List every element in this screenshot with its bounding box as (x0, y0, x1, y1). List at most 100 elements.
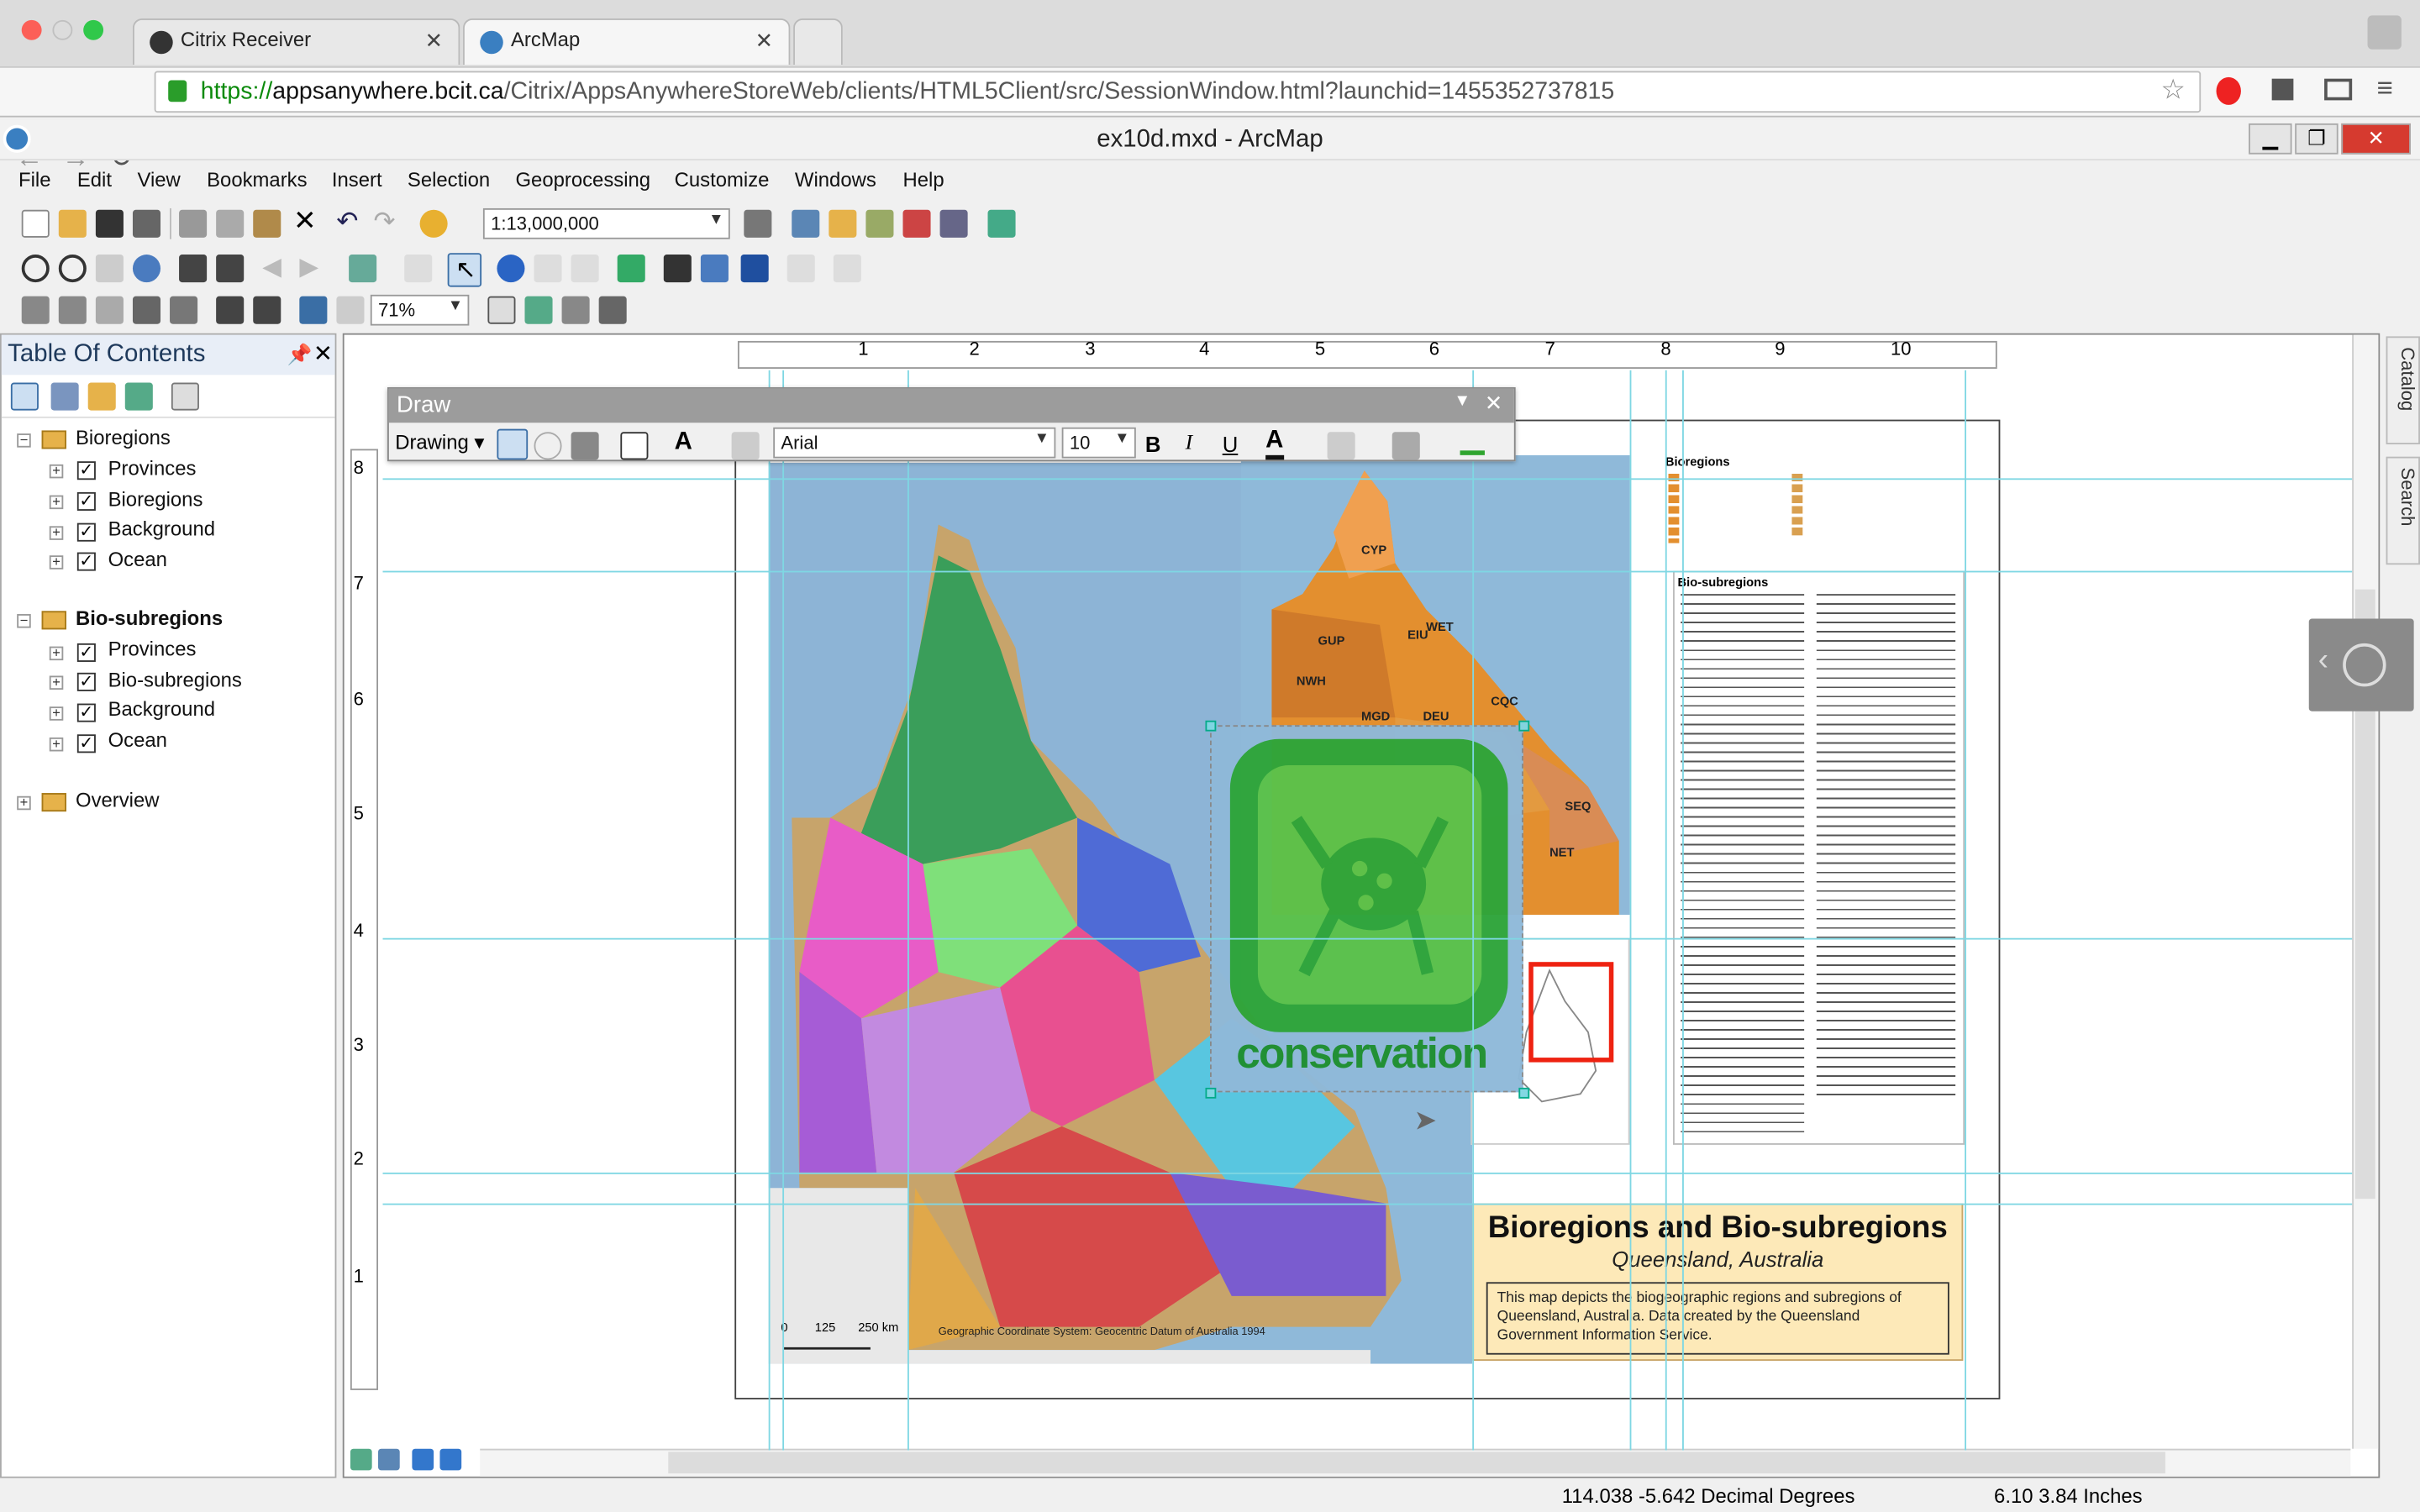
change-layout-icon[interactable] (561, 296, 590, 324)
search-window-icon[interactable] (865, 209, 894, 238)
menu-insert[interactable]: Insert (332, 168, 382, 192)
options-icon[interactable] (171, 382, 199, 411)
select-elements-icon[interactable] (497, 428, 529, 460)
data-view-icon[interactable] (350, 1448, 372, 1471)
identify-icon[interactable] (497, 255, 525, 283)
fixed-zoom-in-icon[interactable] (179, 255, 208, 283)
toc-layer-background[interactable]: Background (108, 697, 215, 721)
expand-icon[interactable]: + (17, 795, 31, 811)
selection-handle[interactable] (1205, 720, 1217, 732)
bio-subregions-legend[interactable]: Bio-subregions (1673, 570, 1965, 1145)
table-of-contents-icon[interactable] (792, 209, 820, 238)
measure-icon[interactable] (617, 255, 645, 283)
extension-icon[interactable] (2271, 78, 2294, 101)
bold-button[interactable]: B (1145, 432, 1161, 456)
toc-layer-provinces[interactable]: Provinces (108, 638, 197, 661)
edit-vertices-icon[interactable] (731, 432, 760, 460)
pan-page-icon[interactable] (95, 296, 124, 324)
expand-icon[interactable]: + (49, 706, 64, 721)
close-icon[interactable]: ✕ (313, 339, 333, 367)
menu-windows[interactable]: Windows (795, 168, 876, 192)
catalog-icon[interactable] (829, 209, 857, 238)
horizontal-scroll-thumb[interactable] (668, 1452, 2165, 1474)
toc-layer-ocean[interactable]: Ocean (108, 548, 167, 571)
toggle-draft-mode-icon[interactable] (487, 296, 516, 324)
toc-layer-provinces[interactable]: Provinces (108, 457, 197, 480)
expand-icon[interactable]: + (49, 554, 64, 570)
chevron-down-icon[interactable]: ▼ (1454, 392, 1470, 411)
find-icon[interactable] (663, 255, 692, 283)
profile-icon[interactable] (2367, 15, 2402, 50)
map-title-box[interactable]: Bioregions and Bio-subregions Queensland… (1472, 1203, 1964, 1361)
line-color-icon[interactable] (1392, 432, 1420, 460)
list-by-drawing-order-icon[interactable] (10, 382, 39, 411)
html-popup-icon[interactable] (571, 255, 599, 283)
toc-group-bio-subregions[interactable]: Bio-subregions (76, 606, 223, 630)
underline-button[interactable]: U (1223, 432, 1239, 456)
selection-handle[interactable] (1205, 1087, 1217, 1099)
url-input[interactable]: https://appsanywhere.bcit.ca/Citrix/Apps… (154, 71, 2202, 113)
viewer-icon[interactable] (833, 255, 861, 283)
menu-help[interactable]: Help (902, 168, 944, 192)
editor-toolbar-icon[interactable] (744, 209, 772, 238)
toc-group-overview[interactable]: Overview (76, 789, 160, 812)
layer-visibility-checkbox[interactable]: ✓ (76, 643, 96, 662)
copy-icon[interactable] (216, 209, 245, 238)
selection-handle[interactable] (1518, 720, 1530, 732)
list-by-selection-icon[interactable] (124, 382, 153, 411)
search-side-tab[interactable]: Search (2386, 456, 2420, 565)
menu-selection[interactable]: Selection (408, 168, 490, 192)
new-text-icon[interactable]: A (675, 429, 692, 457)
maximize-window-button[interactable] (83, 19, 104, 40)
bookmark-star-icon[interactable]: ☆ (2160, 74, 2186, 107)
zoom-out-icon[interactable] (58, 255, 87, 283)
close-icon[interactable]: ✕ (1485, 391, 1503, 417)
find-route-icon[interactable] (700, 255, 729, 283)
restore-button[interactable]: ❐ (2295, 123, 2338, 155)
layer-visibility-checkbox[interactable]: ✓ (76, 703, 96, 722)
close-window-button[interactable] (21, 19, 42, 40)
redo-icon[interactable]: ↷ (373, 207, 395, 238)
font-dropdown[interactable]: Arial ▼ (773, 427, 1056, 459)
extension-icon[interactable] (2216, 76, 2241, 105)
scale-dropdown[interactable]: 1:13,000,000 ▼ (482, 207, 730, 239)
arctoolbox-icon[interactable] (902, 209, 931, 238)
expand-icon[interactable]: + (49, 495, 64, 510)
previous-extent-icon[interactable] (299, 296, 328, 324)
fixed-zoom-in-page-icon[interactable] (216, 296, 245, 324)
time-slider-icon[interactable] (786, 255, 815, 283)
cut-icon[interactable] (179, 209, 208, 238)
close-button[interactable]: ✕ (2341, 123, 2411, 155)
open-icon[interactable] (58, 209, 87, 238)
drawing-menu[interactable]: Drawing ▾ (395, 430, 484, 454)
delete-icon[interactable]: ✕ (293, 205, 317, 238)
layer-visibility-checkbox[interactable]: ✓ (76, 552, 96, 571)
collapse-icon[interactable]: − (17, 613, 31, 628)
new-tab-button[interactable] (793, 18, 843, 66)
layer-visibility-checkbox[interactable]: ✓ (76, 522, 96, 542)
italic-button[interactable]: I (1186, 432, 1193, 456)
close-tab-icon[interactable]: ✕ (425, 28, 444, 54)
menu-edit[interactable]: Edit (77, 168, 112, 192)
zoom-in-icon[interactable] (21, 255, 50, 283)
cast-icon[interactable] (2324, 78, 2353, 101)
pause-drawing-icon[interactable] (439, 1448, 462, 1471)
print-icon[interactable] (132, 209, 161, 238)
paste-icon[interactable] (253, 209, 281, 238)
fill-color-icon[interactable] (1327, 432, 1355, 460)
expand-icon[interactable]: + (49, 737, 64, 752)
undo-icon[interactable]: ↶ (336, 207, 358, 238)
expand-icon[interactable]: + (49, 646, 64, 661)
layer-visibility-checkbox[interactable]: ✓ (76, 461, 96, 480)
marker-color-icon[interactable] (1460, 430, 1485, 455)
toc-layer-background[interactable]: Background (108, 517, 215, 540)
save-icon[interactable] (95, 209, 124, 238)
layer-visibility-checkbox[interactable]: ✓ (76, 734, 96, 753)
model-builder-icon[interactable] (987, 209, 1016, 238)
toc-layer-bio-subregions[interactable]: Bio-subregions (108, 668, 242, 691)
toc-layer-ocean[interactable]: Ocean (108, 728, 167, 752)
next-extent-icon[interactable] (336, 296, 365, 324)
collapse-icon[interactable]: − (17, 433, 31, 448)
select-features-icon[interactable] (349, 255, 377, 283)
refresh-icon[interactable] (412, 1448, 434, 1471)
